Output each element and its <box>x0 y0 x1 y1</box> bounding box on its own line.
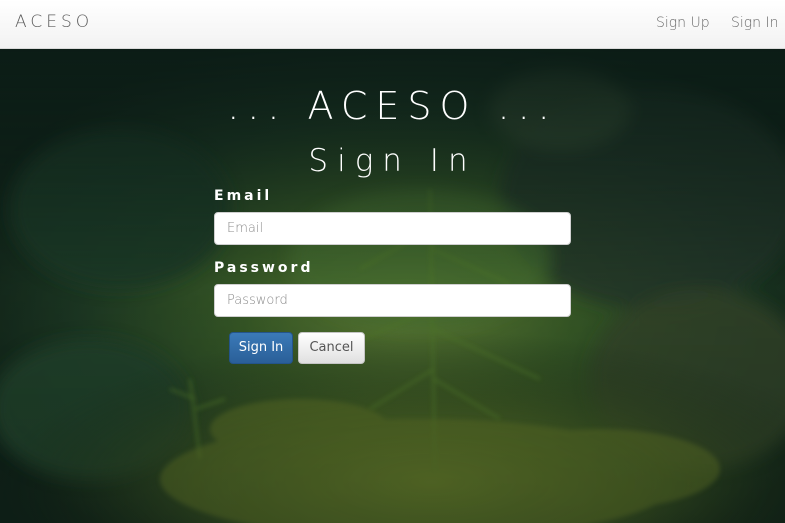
brand-logo-link[interactable]: ACESO <box>15 12 93 32</box>
email-label: Email <box>214 188 273 204</box>
password-input[interactable] <box>214 284 571 317</box>
nav-sign-in-link[interactable]: Sign In <box>731 15 779 31</box>
email-input[interactable] <box>214 212 571 245</box>
sign-in-panel: ... ACESO ... Sign In Email Password Sig… <box>0 0 785 523</box>
sign-in-button[interactable]: Sign In <box>229 332 293 364</box>
password-label: Password <box>214 260 314 276</box>
app-title: ... ACESO ... <box>227 84 558 128</box>
form-title: Sign In <box>308 143 477 179</box>
nav-sign-up-link[interactable]: Sign Up <box>656 15 710 31</box>
cancel-button[interactable]: Cancel <box>298 332 365 364</box>
top-navbar: ACESO Sign Up Sign In <box>0 0 785 49</box>
